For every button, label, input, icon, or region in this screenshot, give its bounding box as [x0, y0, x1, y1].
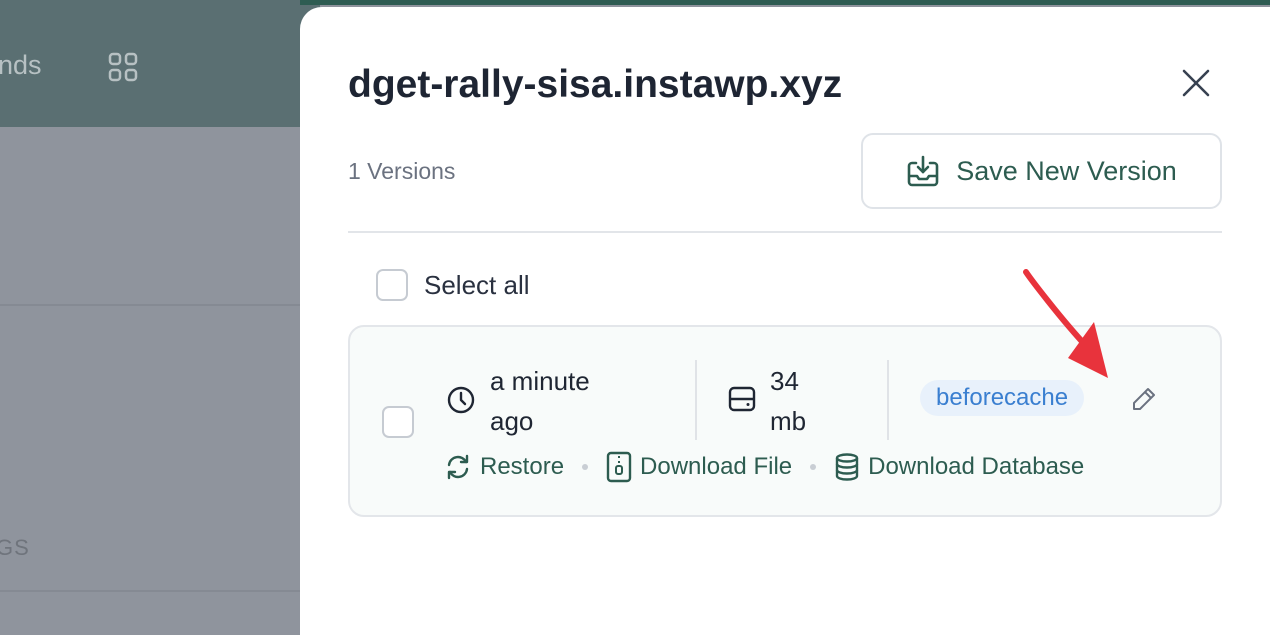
version-size-value: 34: [770, 366, 799, 396]
pencil-edit-icon[interactable]: [1130, 385, 1158, 413]
column-divider: [695, 360, 697, 440]
download-file-button[interactable]: Download File: [606, 451, 792, 483]
version-tag-badge: beforecache: [920, 380, 1085, 416]
header-divider: [348, 231, 1222, 233]
database-icon: [835, 453, 859, 481]
version-card: a minute ago 34 mb beforecache Restore D…: [348, 325, 1222, 517]
version-size-unit: mb: [770, 406, 807, 436]
background-divider: [0, 304, 320, 306]
version-time-line1: a minute: [490, 366, 590, 396]
select-all-row: Select all: [376, 269, 530, 301]
select-all-label: Select all: [424, 269, 530, 300]
storage-icon: [728, 386, 756, 412]
column-divider: [887, 360, 889, 440]
download-database-button[interactable]: Download Database: [834, 453, 1084, 481]
versions-modal: dget-rally-sisa.instawp.xyz 1 Versions S…: [300, 7, 1270, 635]
apps-grid-icon: [108, 52, 138, 82]
close-icon[interactable]: [1176, 63, 1216, 103]
download-database-label: Download Database: [868, 453, 1085, 480]
restore-button[interactable]: Restore: [444, 453, 564, 481]
save-download-icon: [907, 155, 939, 187]
top-accent-bar: [300, 0, 1270, 5]
separator-dot: [582, 464, 589, 470]
refresh-icon: [447, 454, 469, 480]
version-time-line2: ago: [490, 406, 534, 436]
zip-file-icon: [606, 451, 632, 483]
versions-count: 1 Versions: [348, 158, 456, 184]
select-all-checkbox[interactable]: [376, 269, 408, 301]
download-file-label: Download File: [640, 453, 793, 480]
version-time: a minute ago: [446, 361, 640, 441]
modal-title: dget-rally-sisa.instawp.xyz: [348, 63, 843, 106]
version-size: 34 mb: [728, 361, 806, 441]
background-content: [0, 127, 320, 635]
background-header: nds: [0, 0, 320, 127]
background-nav-item: nds: [0, 50, 42, 80]
version-actions: Restore Download File Download Database: [444, 451, 1084, 483]
background-divider: [0, 590, 320, 592]
clock-icon: [447, 386, 475, 414]
background-section-label: GS: [0, 535, 30, 560]
save-new-version-button[interactable]: Save New Version: [861, 133, 1222, 209]
version-checkbox[interactable]: [382, 406, 414, 438]
restore-label: Restore: [480, 453, 565, 480]
save-new-version-label: Save New Version: [956, 155, 1177, 186]
separator-dot: [810, 464, 817, 470]
